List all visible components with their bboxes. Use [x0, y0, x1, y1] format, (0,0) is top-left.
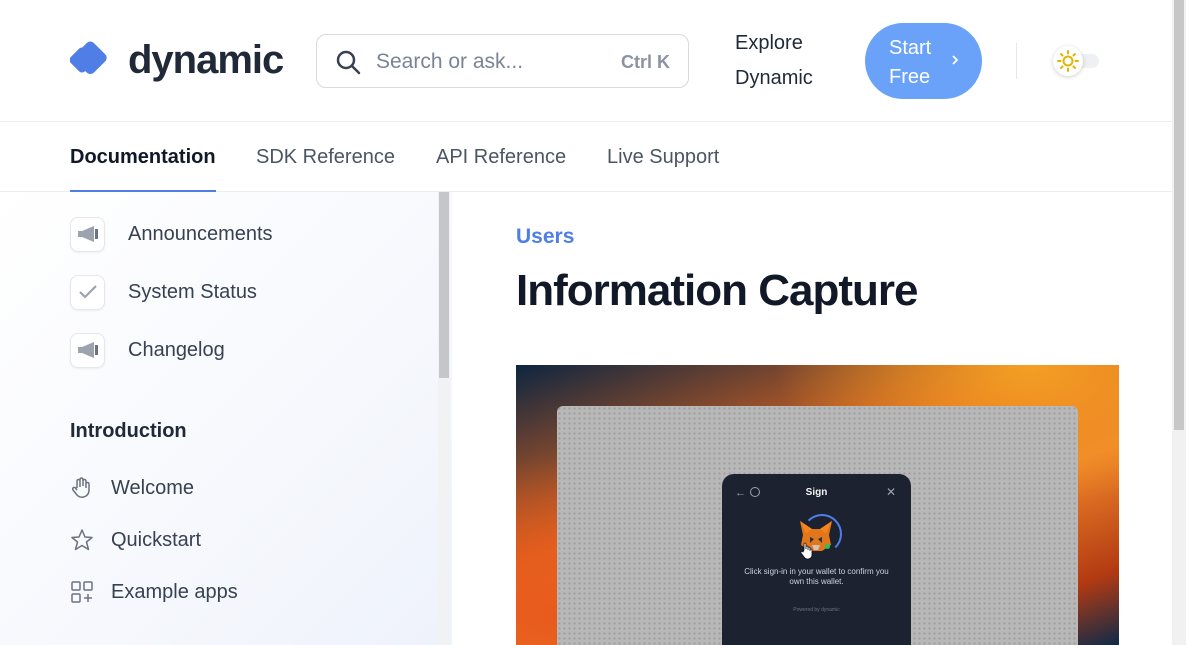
page-scrollbar[interactable]	[1172, 0, 1186, 645]
start-free-button[interactable]: Start Free	[865, 23, 982, 99]
start-free-label: Start Free	[889, 37, 932, 88]
sidebar-item-quickstart[interactable]: Quickstart	[70, 526, 201, 554]
sidebar-scroll-thumb[interactable]	[439, 192, 449, 378]
sign-modal: ← Sign ✕ Click sign-in in your wallet to…	[722, 474, 911, 645]
modal-footer: Powered by dynamic	[793, 607, 840, 613]
search-bar[interactable]: Search or ask... Ctrl K	[316, 34, 689, 88]
hero-screen: ← Sign ✕ Click sign-in in your wallet to…	[557, 406, 1078, 645]
dynamic-logo[interactable]: dynamic	[70, 38, 284, 82]
sidebar-item-label: System Status	[128, 280, 257, 303]
modal-message: Click sign-in in your wallet to confirm …	[744, 567, 889, 586]
theme-toggle[interactable]	[1053, 46, 1100, 76]
sidebar: Announcements System Status Changelog In…	[0, 192, 452, 645]
star-icon	[71, 529, 93, 551]
tab-live-support[interactable]: Live Support	[607, 146, 719, 192]
megaphone-icon	[70, 216, 105, 252]
grid-plus-icon	[71, 581, 93, 603]
tab-sdk-reference[interactable]: SDK Reference	[256, 146, 395, 192]
search-shortcut: Ctrl K	[621, 52, 670, 72]
megaphone-icon	[70, 332, 105, 368]
header-divider	[1016, 43, 1017, 79]
page-title: Information Capture	[516, 266, 918, 315]
search-placeholder: Search or ask...	[376, 50, 524, 73]
sun-icon	[1057, 50, 1079, 72]
modal-title: Sign	[805, 487, 828, 498]
sidebar-section-title: Introduction	[70, 420, 187, 442]
search-icon	[336, 50, 361, 75]
sidebar-scrollbar[interactable]	[438, 192, 450, 645]
page-scroll-thumb[interactable]	[1174, 0, 1184, 430]
chevron-right-icon	[952, 55, 959, 65]
top-header: dynamic Search or ask... Ctrl K Explore …	[0, 0, 1172, 122]
sidebar-item-example-apps[interactable]: Example apps	[70, 578, 238, 606]
hero-image: ← Sign ✕ Click sign-in in your wallet to…	[516, 365, 1119, 645]
sidebar-item-label: Example apps	[111, 580, 238, 603]
logo-text: dynamic	[128, 38, 284, 82]
breadcrumb[interactable]: Users	[516, 225, 574, 249]
dynamic-logo-icon	[70, 41, 107, 75]
tab-api-reference[interactable]: API Reference	[436, 146, 566, 192]
explore-dynamic-link[interactable]: Explore Dynamic	[735, 26, 835, 96]
sidebar-item-changelog[interactable]: Changelog	[70, 332, 225, 368]
sidebar-item-label: Changelog	[128, 338, 225, 361]
sidebar-item-label: Welcome	[111, 476, 194, 499]
hand-cursor-icon	[800, 542, 813, 560]
waving-hand-icon	[71, 477, 90, 498]
sidebar-item-welcome[interactable]: Welcome	[70, 474, 194, 502]
nav-tabs: Documentation SDK Reference API Referenc…	[0, 123, 1172, 192]
sidebar-item-system-status[interactable]: System Status	[70, 274, 257, 310]
check-icon	[70, 274, 105, 310]
sidebar-item-label: Quickstart	[111, 528, 202, 551]
toggle-knob	[1053, 46, 1083, 76]
tab-documentation[interactable]: Documentation	[70, 146, 216, 192]
sidebar-item-label: Announcements	[128, 222, 273, 245]
status-dot	[825, 544, 830, 549]
close-icon: ✕	[886, 485, 897, 499]
sidebar-item-announcements[interactable]: Announcements	[70, 216, 273, 252]
